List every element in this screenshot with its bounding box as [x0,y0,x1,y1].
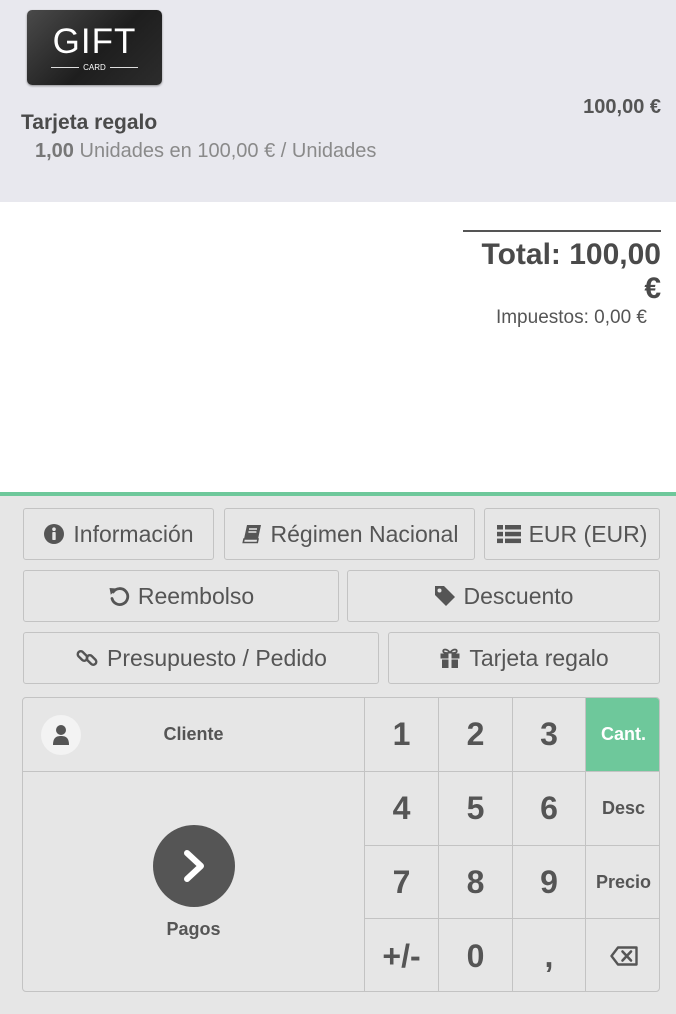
numpad-key-3[interactable]: 3 [513,698,586,772]
discount-button-label: Descuento [463,582,574,609]
mode-quantity-button[interactable]: Cant. [586,698,659,772]
orderline[interactable]: GIFT CARD Tarjeta regalo 100,00 € 1,00 U… [0,0,676,202]
orderline-quantity: 1,00 [35,140,74,162]
gift-card-button[interactable]: Tarjeta regalo [388,632,660,684]
numpad-key-9[interactable]: 9 [513,846,586,919]
tag-icon [434,586,455,606]
numpad-key-4[interactable]: 4 [365,772,439,846]
gift-card-button-label: Tarjeta regalo [469,644,609,671]
quotation-order-button[interactable]: Presupuesto / Pedido [23,632,379,684]
mode-price-button[interactable]: Precio [586,846,659,919]
payment-label: Pagos [166,919,221,939]
gift-card-image-subtitle: CARD [27,63,162,73]
order-taxes: Impuestos: 0,00 € [495,307,647,328]
backspace-icon [609,946,638,966]
numpad-key-8[interactable]: 8 [439,846,513,919]
discount-button[interactable]: Descuento [347,570,660,622]
gift-card-image: GIFT CARD [27,10,162,85]
pricelist-label: EUR (EUR) [528,520,648,547]
book-icon [241,525,261,544]
numpad-key-plus-minus[interactable]: +/- [365,919,439,991]
payment-button[interactable]: Pagos [23,772,365,991]
refund-button[interactable]: Reembolso [23,570,339,622]
quotation-order-label: Presupuesto / Pedido [107,644,327,671]
gift-icon [440,648,460,668]
numpad-key-0[interactable]: 0 [439,919,513,991]
orderline-unit-info: Unidades en 100,00 € / Unidades [79,140,377,162]
numpad-key-7[interactable]: 7 [365,846,439,919]
fiscal-position-button[interactable]: Régimen Nacional [224,508,475,560]
info-circle-icon [44,524,65,544]
fiscal-position-label: Régimen Nacional [270,520,459,547]
order-total: Total: 100,00 € [481,238,661,305]
numpad-key-5[interactable]: 5 [439,772,513,846]
numpad-key-2[interactable]: 2 [439,698,513,772]
customer-button[interactable]: Cliente [23,698,365,772]
payment-circle [152,825,235,907]
numpad-key-comma[interactable]: , [513,919,586,991]
info-button[interactable]: Información [23,508,214,560]
link-icon [76,650,98,666]
customer-label: Cliente [163,724,224,744]
mode-discount-button[interactable]: Desc [586,772,659,846]
undo-icon [109,587,129,606]
pricelist-button[interactable]: EUR (EUR) [484,508,660,560]
backspace-button[interactable] [586,919,659,991]
numpad-key-1[interactable]: 1 [365,698,439,772]
gift-card-image-title: GIFT [52,22,137,61]
numpad-panel: Cliente Pagos 1 2 3 Cant. 4 5 6 Desc 7 8… [22,697,660,992]
chevron-right-icon [183,850,204,882]
orderline-product-name: Tarjeta regalo [21,111,158,134]
orderline-price: 100,00 € [583,96,661,118]
info-button-label: Información [73,520,194,547]
orderline-info: 1,00 Unidades en 100,00 € / Unidades [35,140,376,163]
list-icon [496,525,521,544]
refund-button-label: Reembolso [137,582,255,609]
numpad-key-6[interactable]: 6 [513,772,586,846]
order-summary: Total: 100,00 € Impuestos: 0,00 € [463,230,661,330]
